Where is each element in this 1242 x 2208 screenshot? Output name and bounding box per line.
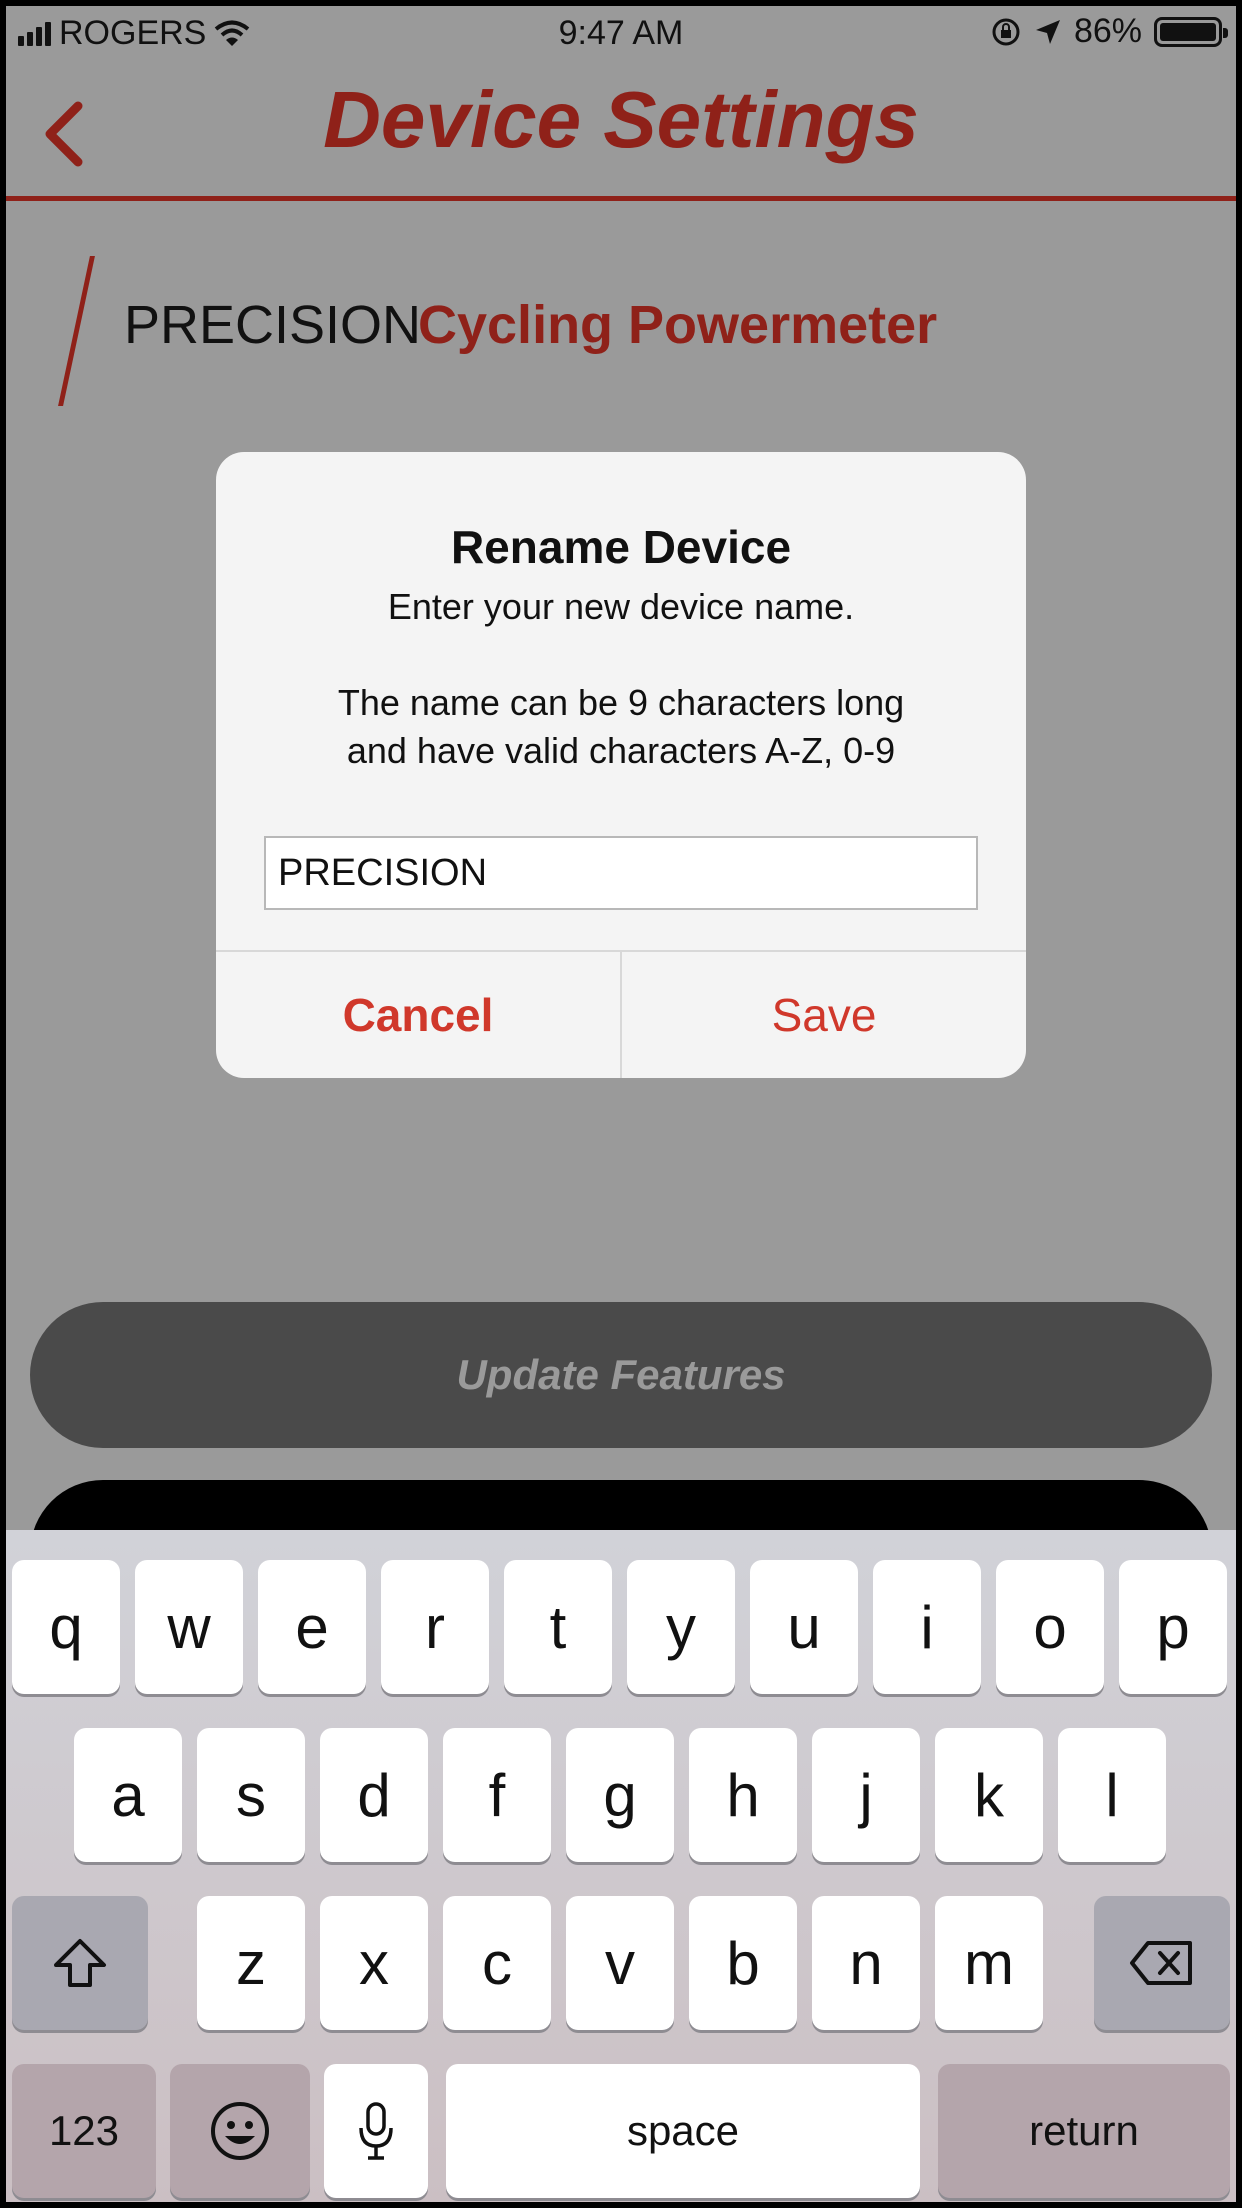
save-button[interactable]: Save [622, 952, 1026, 1078]
key-x[interactable]: x [320, 1896, 428, 2030]
device-brand: PRECISION [124, 295, 422, 355]
brand-slash [58, 256, 95, 406]
key-u[interactable]: u [750, 1560, 858, 1694]
backspace-icon [1130, 1941, 1192, 1985]
key-s[interactable]: s [197, 1728, 305, 1862]
orientation-lock-icon [992, 18, 1020, 45]
dialog-title: Rename Device [450, 521, 792, 573]
status-bar: ROGERS 9:47 AM 86% [6, 6, 1236, 62]
key-f[interactable]: f [443, 1728, 551, 1862]
key-d[interactable]: d [320, 1728, 428, 1862]
key-h[interactable]: h [689, 1728, 797, 1862]
key-z[interactable]: z [197, 1896, 305, 2030]
location-icon [1035, 19, 1060, 44]
cancel-button[interactable]: Cancel [216, 952, 620, 1078]
rename-dialog: Rename Device Enter your new device name… [216, 452, 1026, 1078]
key-k[interactable]: k [935, 1728, 1043, 1862]
key-q[interactable]: q [12, 1560, 120, 1694]
key-a[interactable]: a [74, 1728, 182, 1862]
battery-icon [1154, 16, 1228, 47]
shift-key[interactable] [12, 1896, 148, 2030]
dialog-message: Enter your new device name. [387, 586, 855, 627]
key-g[interactable]: g [566, 1728, 674, 1862]
page-title: Device Settings [323, 75, 919, 164]
device-name-input[interactable]: PRECISION [264, 836, 978, 910]
device-product: Cycling Powermeter [418, 295, 938, 355]
return-key[interactable]: return [938, 2064, 1230, 2198]
dictation-key[interactable] [324, 2064, 428, 2198]
dialog-rule-line1: The name can be 9 characters long [337, 682, 905, 723]
key-j[interactable]: j [812, 1728, 920, 1862]
microphone-icon [359, 2102, 393, 2160]
emoji-key[interactable] [170, 2064, 310, 2198]
key-p[interactable]: p [1119, 1560, 1227, 1694]
keyboard: q w e r t y u i o p a s d f g h j k l z … [6, 1530, 1236, 2202]
dialog-rule-line2: and have valid characters A-Z, 0-9 [346, 730, 896, 771]
emoji-icon [211, 2102, 269, 2160]
shift-icon [54, 1939, 106, 1987]
key-l[interactable]: l [1058, 1728, 1166, 1862]
space-key[interactable]: space [446, 2064, 920, 2198]
key-r[interactable]: r [381, 1560, 489, 1694]
key-o[interactable]: o [996, 1560, 1104, 1694]
battery-percent: 86% [1073, 12, 1142, 50]
key-e[interactable]: e [258, 1560, 366, 1694]
key-v[interactable]: v [566, 1896, 674, 2030]
header-divider [6, 196, 1236, 201]
key-w[interactable]: w [135, 1560, 243, 1694]
screen: ROGERS 9:47 AM 86% Device Settings PRECI… [6, 6, 1236, 2202]
key-t[interactable]: t [504, 1560, 612, 1694]
key-n[interactable]: n [812, 1896, 920, 2030]
delete-key[interactable] [1094, 1896, 1230, 2030]
key-m[interactable]: m [935, 1896, 1043, 2030]
key-y[interactable]: y [627, 1560, 735, 1694]
numbers-key[interactable]: 123 [12, 2064, 156, 2198]
key-i[interactable]: i [873, 1560, 981, 1694]
key-c[interactable]: c [443, 1896, 551, 2030]
update-features-button[interactable]: Update Features [30, 1302, 1212, 1448]
key-b[interactable]: b [689, 1896, 797, 2030]
status-right: 86% [990, 12, 1228, 51]
